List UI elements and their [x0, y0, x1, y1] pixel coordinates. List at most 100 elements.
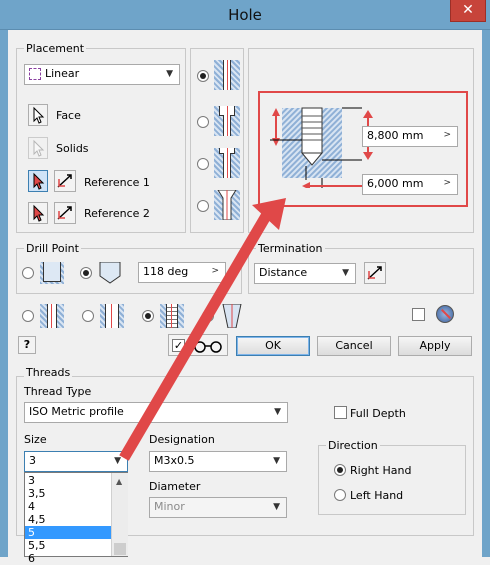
clearance-hole-icon	[100, 304, 124, 328]
reference2-label: Reference 2	[84, 207, 150, 220]
flat-drill-point-radio[interactable]	[22, 267, 34, 279]
chevron-down-icon: ▼	[273, 456, 280, 466]
size-option[interactable]: 3	[25, 474, 111, 487]
size-list-scrollbar[interactable]: ▲	[111, 473, 128, 556]
ok-button[interactable]: OK	[236, 336, 310, 356]
chevron-down-icon: ▼	[274, 407, 281, 417]
cursor-arrow-icon	[33, 106, 45, 124]
chevron-down-icon: ▼	[114, 456, 121, 466]
diameter-select-value: Minor	[154, 500, 185, 513]
size-option[interactable]: 4,5	[25, 513, 111, 526]
glasses-icon	[194, 341, 222, 353]
flip-direction-icon	[57, 206, 72, 220]
size-option[interactable]: 5,5	[25, 539, 111, 552]
termination-select[interactable]: Distance ▼	[254, 263, 356, 284]
solids-select-button[interactable]	[28, 137, 48, 159]
taper-tapped-icon	[220, 303, 244, 329]
close-button[interactable]: ✕	[450, 0, 486, 22]
apply-button[interactable]: Apply	[398, 336, 472, 356]
scroll-up-icon[interactable]: ▲	[116, 477, 122, 486]
simple-hole-radio[interactable]	[197, 70, 209, 82]
help-button[interactable]: ?	[18, 336, 36, 354]
placement-type-select[interactable]: Linear ▼	[24, 64, 180, 85]
reference1-select-button[interactable]	[28, 170, 48, 192]
right-hand-label: Right Hand	[350, 464, 412, 477]
spotface-radio[interactable]	[197, 158, 209, 170]
thread-type-select[interactable]: ISO Metric profile ▼	[24, 402, 288, 423]
size-dropdown-list[interactable]: 3 3,5 4 4,5 5 5,5 6 ▲	[24, 472, 128, 565]
chevron-down-icon: ▼	[342, 268, 349, 278]
direction-label: Direction	[326, 439, 380, 452]
termination-label: Termination	[256, 242, 325, 255]
threads-label: Threads	[24, 366, 73, 379]
size-value: 3	[29, 454, 36, 467]
glasses-checkbox: ✓	[172, 339, 185, 352]
spotface-icon	[214, 148, 240, 178]
size-option[interactable]: 3,5	[25, 487, 111, 500]
size-option[interactable]: 4	[25, 500, 111, 513]
simple-hole-icon	[214, 60, 240, 90]
full-depth-label: Full Depth	[350, 407, 406, 420]
right-hand-radio[interactable]	[334, 464, 346, 476]
more-arrow-icon[interactable]: >	[443, 178, 451, 188]
designation-label: Designation	[149, 433, 215, 446]
more-arrow-icon[interactable]: >	[443, 130, 451, 140]
diameter-input[interactable]: 6,000 mm >	[362, 174, 458, 195]
taper-tapped-radio[interactable]	[202, 310, 214, 322]
placement-type-value: Linear	[45, 67, 80, 80]
size-options: 3 3,5 4 4,5 5 5,5 6	[25, 474, 111, 565]
size-option[interactable]: 5	[25, 526, 111, 539]
preview-checkbox[interactable]	[412, 308, 425, 321]
reference1-flip-button[interactable]	[54, 170, 76, 192]
close-icon: ✕	[462, 2, 474, 18]
flat-drill-point-icon	[40, 262, 64, 284]
reference2-flip-button[interactable]	[54, 202, 76, 224]
reference1-label: Reference 1	[84, 176, 150, 189]
size-label: Size	[24, 433, 47, 446]
chevron-down-icon: ▼	[166, 69, 173, 79]
drill-angle-input[interactable]: 118 deg >	[138, 262, 226, 283]
left-hand-radio[interactable]	[334, 489, 346, 501]
size-select[interactable]: 3 ▼	[24, 451, 128, 472]
angle-drill-point-radio[interactable]	[80, 267, 92, 279]
countersink-icon	[214, 190, 240, 220]
drill-angle-value: 118 deg	[143, 265, 189, 278]
window-title: Hole	[228, 6, 262, 24]
face-select-button[interactable]	[28, 104, 48, 126]
countersink-radio[interactable]	[197, 200, 209, 212]
red-cursor-arrow-icon	[33, 204, 45, 222]
scroll-thumb[interactable]	[114, 543, 126, 555]
thread-type-value: ISO Metric profile	[29, 405, 124, 418]
global-icon[interactable]	[436, 305, 454, 323]
help-icon: ?	[23, 338, 31, 351]
full-depth-checkbox[interactable]	[334, 406, 347, 419]
glasses-toggle-button[interactable]: ✓	[168, 334, 228, 356]
left-hand-label: Left Hand	[350, 489, 404, 502]
linear-placement-icon	[29, 68, 41, 80]
angle-drill-point-icon	[98, 261, 122, 284]
thread-type-label: Thread Type	[24, 385, 92, 398]
designation-select[interactable]: M3x0.5 ▼	[149, 451, 287, 472]
size-option[interactable]: 6	[25, 552, 111, 565]
no-thread-radio[interactable]	[22, 310, 34, 322]
counterbore-icon	[214, 106, 240, 136]
clearance-hole-radio[interactable]	[82, 310, 94, 322]
termination-value: Distance	[259, 266, 308, 279]
cursor-arrow-icon	[33, 139, 45, 157]
more-arrow-icon[interactable]: >	[211, 266, 219, 276]
depth-value: 8,800 mm	[367, 129, 424, 142]
depth-input[interactable]: 8,800 mm >	[362, 126, 458, 147]
diameter-value: 6,000 mm	[367, 177, 424, 190]
termination-flip-button[interactable]	[364, 262, 386, 284]
no-thread-icon	[40, 304, 64, 328]
cancel-button[interactable]: Cancel	[317, 336, 391, 356]
counterbore-radio[interactable]	[197, 116, 209, 128]
drill-point-label: Drill Point	[24, 242, 81, 255]
tapped-hole-icon	[160, 304, 184, 328]
solids-label: Solids	[56, 142, 89, 155]
reference2-select-button[interactable]	[28, 202, 48, 224]
diameter-label: Diameter	[149, 480, 201, 493]
red-cursor-arrow-icon	[33, 172, 45, 190]
tapped-hole-radio[interactable]	[142, 310, 154, 322]
diameter-select[interactable]: Minor ▼	[149, 497, 287, 518]
